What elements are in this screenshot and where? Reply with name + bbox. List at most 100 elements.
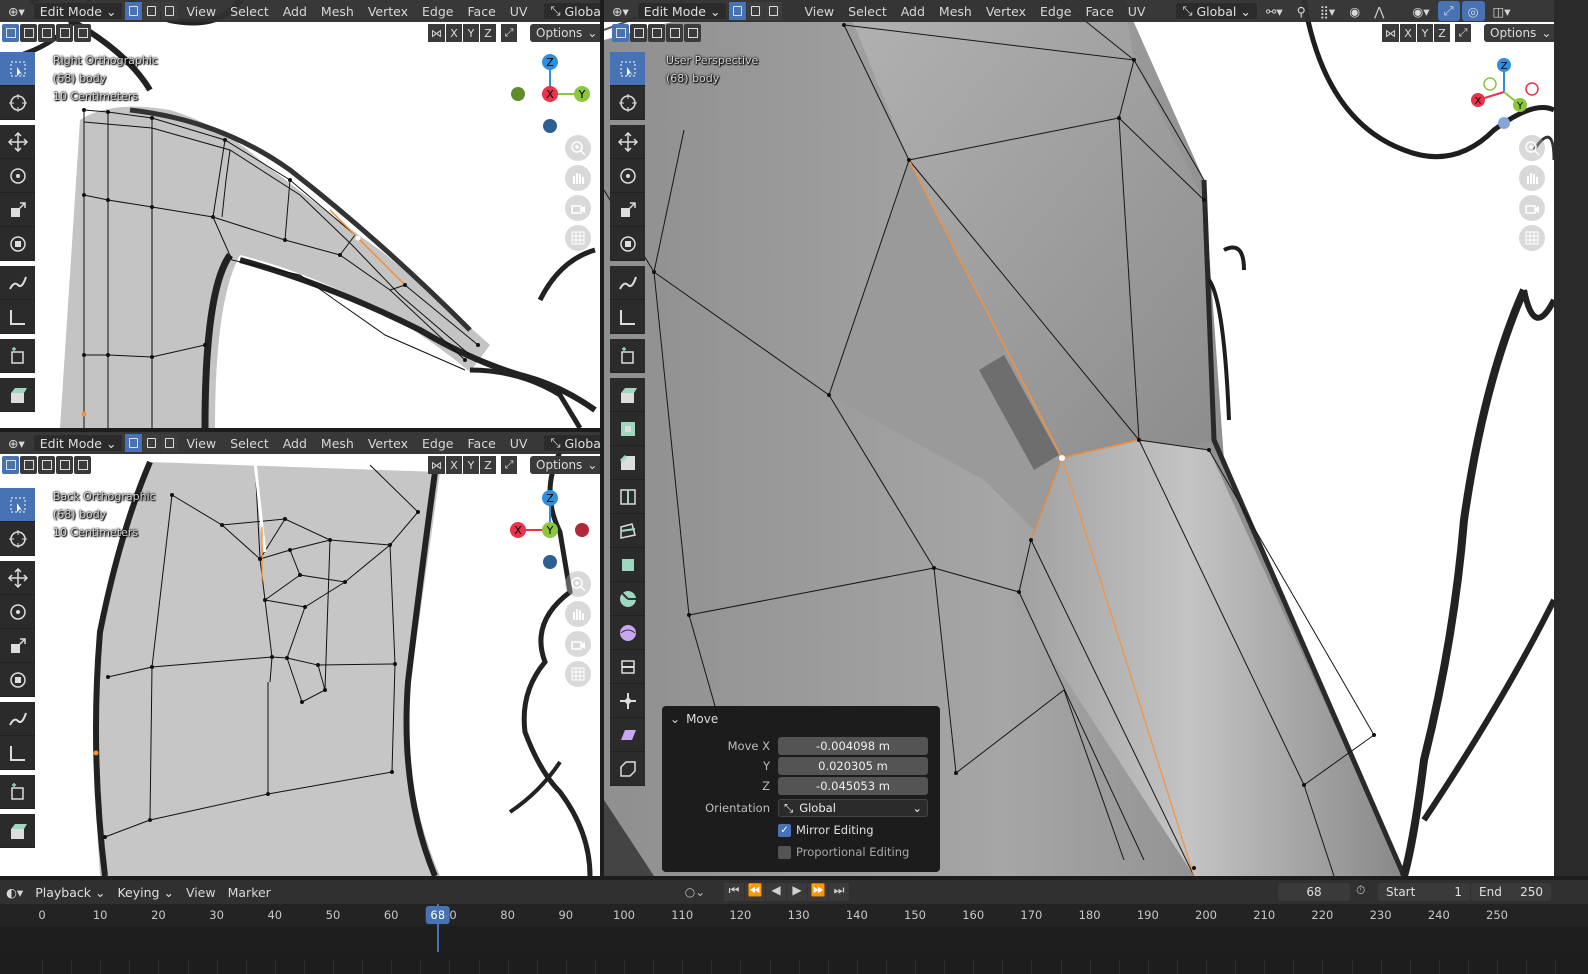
rotate-tool[interactable] [610, 159, 645, 193]
menu-select[interactable]: Select [842, 1, 893, 21]
select-box-tool[interactable] [0, 52, 35, 86]
scale-tool[interactable] [610, 193, 645, 227]
overlays-icon[interactable]: ◎ [1461, 1, 1485, 21]
zoom-icon[interactable] [565, 571, 591, 597]
xray-icon[interactable]: ◫▾ [1487, 1, 1517, 21]
shrink-fatten-tool[interactable] [610, 684, 645, 718]
menu-view[interactable]: View [798, 1, 840, 21]
menu-vertex[interactable]: Vertex [362, 433, 414, 453]
next-keyframe-icon[interactable]: ⏩ [808, 883, 828, 901]
menu-edge[interactable]: Edge [416, 1, 459, 21]
move-tool[interactable] [0, 125, 35, 159]
record-icon[interactable]: ○⌄ [680, 883, 710, 901]
menu-face[interactable]: Face [462, 1, 502, 21]
menu-select[interactable]: Select [224, 433, 275, 453]
orientation-dropdown[interactable]: ⤡ Globa [543, 2, 600, 20]
menu-add[interactable]: Add [895, 1, 931, 21]
timeline-editor-type-button[interactable]: ◐▾ [0, 882, 29, 902]
loop-cut-tool[interactable] [610, 480, 645, 514]
measure-tool[interactable] [0, 300, 35, 334]
navigation-gizmo[interactable]: Z Y X [508, 52, 594, 138]
viewport-back-orthographic[interactable]: ⊕▾ Edit Mode ⌄ View Select Add Mesh Verte… [0, 432, 600, 876]
jump-start-icon[interactable]: ⏮ [724, 883, 744, 901]
poly-build-tool[interactable] [610, 548, 645, 582]
navigation-gizmo[interactable]: Z X Y [1464, 52, 1550, 138]
play-icon[interactable]: ▶ [787, 883, 807, 901]
cursor-tool[interactable] [0, 86, 35, 120]
timeline-body[interactable] [0, 904, 1588, 974]
menu-vertex[interactable]: Vertex [362, 1, 414, 21]
annotate-tool[interactable] [0, 702, 35, 736]
mirror-z-toggle[interactable]: Z [480, 456, 496, 474]
extrude-tool[interactable] [0, 378, 35, 412]
orientation-dropdown[interactable]: ⤡ Global ⌄ [1175, 2, 1258, 20]
editor-type-button[interactable]: ⊕▾ [2, 1, 31, 21]
select-subtract-icon[interactable] [648, 24, 665, 42]
move-operator-panel[interactable]: ⌄ Move Move X -0.004098 m Y 0.020305 m Z -0… [662, 706, 940, 872]
gizmo-toggle-icon[interactable]: ⤢ [1437, 1, 1460, 21]
mirror-y-toggle[interactable]: Y [463, 456, 479, 474]
visibility-icon[interactable]: ◉▾ [1406, 1, 1435, 21]
menu-edge[interactable]: Edge [1034, 1, 1077, 21]
mirror-z-toggle[interactable]: Z [1434, 24, 1450, 42]
falloff-icon[interactable]: ⋀ [1368, 1, 1390, 21]
proportional-editing-checkbox[interactable]: Proportional Editing [778, 845, 909, 859]
select-intersect-icon[interactable] [74, 456, 91, 474]
pivot-point-icon[interactable]: ⚯▾ [1260, 1, 1289, 21]
select-extend-icon[interactable] [630, 24, 647, 42]
current-frame-field[interactable]: 68 [1278, 883, 1350, 901]
start-frame-field[interactable]: Start 1 [1378, 883, 1470, 901]
move-panel-header[interactable]: ⌄ Move [670, 712, 932, 726]
mode-dropdown[interactable]: Edit Mode ⌄ [32, 434, 124, 452]
knife-tool[interactable] [610, 514, 645, 548]
select-box-tool[interactable] [610, 52, 645, 86]
edge-slide-tool[interactable] [610, 650, 645, 684]
select-intersect-icon[interactable] [684, 24, 701, 42]
menu-mesh[interactable]: Mesh [315, 1, 360, 21]
extrude-tool[interactable] [610, 378, 645, 412]
scale-tool[interactable] [0, 193, 35, 227]
grid-icon[interactable] [1519, 225, 1545, 251]
add-cube-tool[interactable] [0, 339, 35, 373]
proportional-edit-icon[interactable]: ◉ [1343, 1, 1366, 21]
mode-dropdown[interactable]: Edit Mode ⌄ [32, 2, 124, 20]
scale-tool[interactable] [0, 629, 35, 663]
smooth-tool[interactable] [610, 616, 645, 650]
viewport-right-orthographic[interactable]: ⊕▾ Edit Mode ⌄ View Select Add Mesh Verte… [0, 0, 600, 428]
options-dropdown[interactable]: Options ⌄ [1484, 24, 1554, 42]
select-new-icon[interactable] [2, 24, 19, 42]
mirror-y-toggle[interactable]: Y [1417, 24, 1433, 42]
marker-menu[interactable]: Marker [222, 882, 277, 902]
pan-hand-icon[interactable] [1519, 165, 1545, 191]
end-frame-field[interactable]: End 250 [1471, 883, 1551, 901]
play-reverse-icon[interactable]: ◀ [766, 883, 786, 901]
measure-tool[interactable] [0, 736, 35, 770]
select-box-tool[interactable] [0, 488, 35, 522]
rotate-tool[interactable] [0, 595, 35, 629]
mirror-editing-checkbox[interactable]: ✓ Mirror Editing [778, 823, 874, 837]
menu-mesh[interactable]: Mesh [315, 433, 360, 453]
prev-keyframe-icon[interactable]: ⏪ [745, 883, 765, 901]
snap-icon[interactable]: ⤢ [501, 456, 517, 474]
menu-vertex[interactable]: Vertex [980, 1, 1032, 21]
pan-hand-icon[interactable] [565, 165, 591, 191]
editor-type-button[interactable]: ⊕▾ [2, 433, 31, 453]
menu-edge[interactable]: Edge [416, 433, 459, 453]
keying-menu[interactable]: Keying ⌄ [111, 883, 179, 901]
menu-view[interactable]: View [180, 1, 222, 21]
move-tool[interactable] [0, 561, 35, 595]
inset-tool[interactable] [610, 412, 645, 446]
select-invert-icon[interactable] [666, 24, 683, 42]
orientation-select[interactable]: ⤡ Global ⌄ [778, 799, 928, 817]
move-tool[interactable] [610, 125, 645, 159]
shear-tool[interactable] [610, 718, 645, 752]
options-dropdown[interactable]: Options ⌄ [530, 24, 600, 42]
select-mode-group[interactable] [125, 434, 179, 452]
properties-sidebar-strip[interactable] [1554, 0, 1588, 876]
menu-add[interactable]: Add [277, 1, 313, 21]
select-extend-icon[interactable] [20, 24, 37, 42]
mirror-x-toggle[interactable]: X [446, 24, 462, 42]
add-cube-tool[interactable] [610, 339, 645, 373]
grid-icon[interactable] [565, 661, 591, 687]
extrude-tool[interactable] [0, 814, 35, 848]
